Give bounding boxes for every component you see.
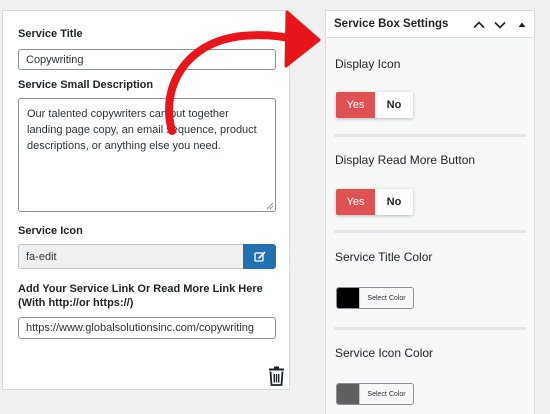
settings-panel-title: Service Box Settings: [334, 18, 449, 30]
service-title-color-label: Service Title Color: [335, 250, 433, 264]
chevron-down-icon[interactable]: [493, 18, 507, 32]
settings-panel-header: Service Box Settings: [326, 10, 534, 38]
icon-picker-button[interactable]: [243, 244, 276, 269]
collapse-toggle-icon[interactable]: [515, 18, 529, 32]
display-icon-toggle[interactable]: Yes No: [336, 92, 413, 118]
service-icon-input[interactable]: fa-edit: [18, 244, 243, 269]
service-link-label: Add Your Service Link Or Read More Link …: [18, 283, 263, 309]
title-color-picker-button[interactable]: Select Color: [336, 287, 414, 309]
service-box-settings-panel: Service Box Settings Display Icon Yes No…: [325, 10, 535, 414]
chevron-up-icon[interactable]: [472, 18, 486, 32]
display-read-more-yes-option[interactable]: Yes: [336, 189, 375, 215]
separator: [334, 230, 526, 233]
display-icon-label: Display Icon: [335, 57, 401, 71]
title-color-swatch: [337, 288, 359, 308]
title-color-button-label: Select Color: [359, 288, 413, 308]
display-icon-no-option[interactable]: No: [375, 92, 413, 118]
icon-color-button-label: Select Color: [359, 384, 413, 404]
icon-color-swatch: [337, 384, 359, 404]
display-icon-yes-option[interactable]: Yes: [336, 92, 375, 118]
service-title-input[interactable]: Copywriting: [18, 49, 276, 70]
service-description-textarea[interactable]: Our talented copywriters can put togethe…: [18, 98, 276, 212]
separator: [334, 327, 526, 330]
service-link-input[interactable]: https://www.globalsolutionsinc.com/copyw…: [18, 317, 276, 339]
display-read-more-no-option[interactable]: No: [375, 189, 413, 215]
service-icon-label: Service Icon: [18, 225, 83, 237]
edit-icon: [253, 251, 265, 262]
service-icon-color-label: Service Icon Color: [335, 346, 434, 360]
service-description-label: Service Small Description: [18, 79, 154, 91]
service-title-label: Service Title: [18, 28, 83, 40]
separator: [334, 134, 526, 137]
trash-icon[interactable]: [268, 366, 285, 386]
service-description-text: Our talented copywriters can put togethe…: [27, 108, 257, 152]
service-form-panel: Service Title Copywriting Service Small …: [2, 10, 290, 390]
resize-grip-icon[interactable]: [266, 202, 274, 210]
display-read-more-toggle[interactable]: Yes No: [336, 189, 413, 215]
icon-color-picker-button[interactable]: Select Color: [336, 383, 414, 405]
display-read-more-label: Display Read More Button: [335, 153, 476, 167]
